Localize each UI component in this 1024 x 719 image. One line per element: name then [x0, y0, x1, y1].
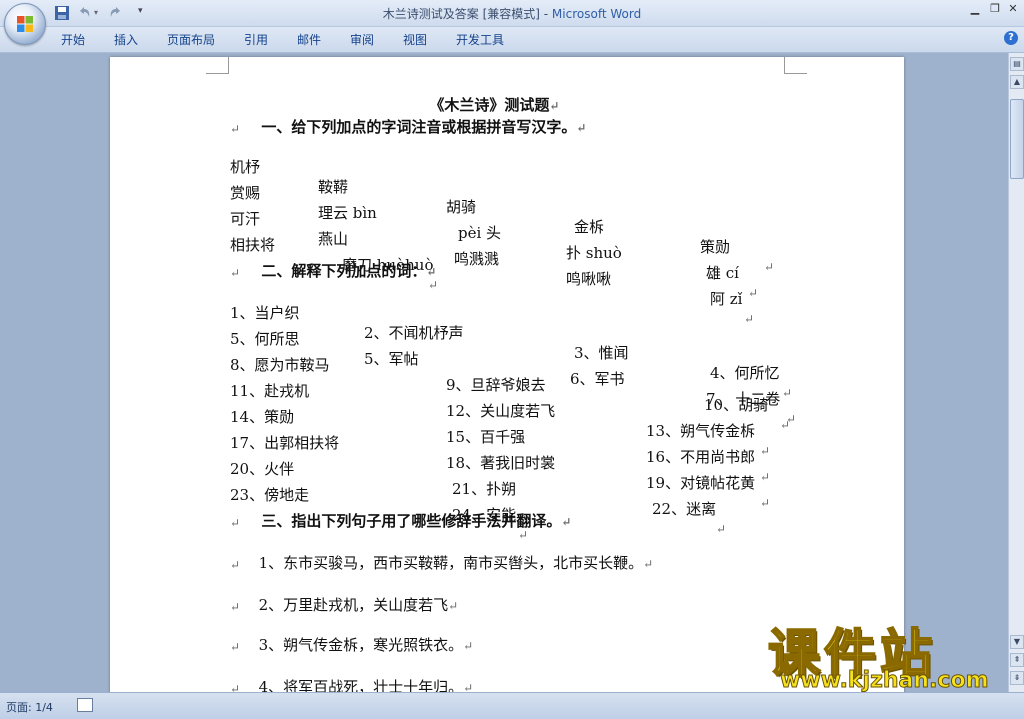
- s1-cell: 策勋: [700, 238, 731, 256]
- paragraph-mark: ↵: [561, 515, 572, 529]
- proofing-icon[interactable]: [77, 698, 93, 712]
- s2-row: 5、何所思 5、军帖 6、军书 7、 十二卷 ↵: [230, 309, 810, 426]
- s2-row: 17、出郭相扶将 18、著我旧时裳 19、对镜帖花黄 ↵: [230, 413, 810, 510]
- scroll-up-icon[interactable]: ▲: [1010, 75, 1024, 89]
- office-logo-icon: [17, 16, 33, 32]
- s3-item-text: 1、东市买骏马，西市买鞍鞯，南市买辔头，北市买长鞭。: [258, 554, 644, 572]
- tab-mailings[interactable]: 邮件: [297, 31, 321, 48]
- s2-row: 8、愿为市鞍马 9、旦辞爷娘去 10、胡骑 ↵: [230, 335, 810, 432]
- empty-paragraph: ↵: [230, 600, 241, 614]
- empty-paragraph: ↵: [230, 558, 241, 572]
- empty-paragraph: ↵: [230, 640, 241, 654]
- document-title: 木兰诗测试及答案 [兼容模式] -: [382, 7, 552, 21]
- s2-row: 20、火伴 21、扑朔 22、迷离 ↵: [230, 439, 810, 536]
- ruler-toggle-icon[interactable]: ▤: [1010, 57, 1024, 71]
- s2-row: 23、傍地走 24、安能 ↵: [230, 465, 810, 542]
- section-1-text: 一、给下列加点的字词注音或根据拼音写汉字。: [261, 118, 577, 136]
- vertical-scrollbar[interactable]: ▤ ▲ ▼ ⇞ ⇟: [1008, 53, 1024, 692]
- s1-row: 赏赐 理云 bìn pèi 头 扑 shuò 雄 cí ↵: [230, 163, 790, 300]
- paragraph-mark: ↵: [764, 260, 775, 274]
- crop-mark-right: [784, 57, 807, 74]
- s1-row: 可汗 燕山 鸣溅溅 鸣啾啾 阿 zǐ ↵: [230, 189, 790, 326]
- paragraph-mark: ↵: [463, 639, 474, 653]
- scroll-thumb[interactable]: [1010, 99, 1024, 179]
- tab-insert[interactable]: 插入: [114, 31, 138, 48]
- tab-references[interactable]: 引用: [244, 31, 268, 48]
- s2-cell: 22、迷离: [652, 500, 717, 518]
- title-bar: ▾ ▾ 木兰诗测试及答案 [兼容模式] - Microsoft Word ▁ ❐…: [0, 0, 1024, 27]
- empty-paragraph: ↵: [230, 122, 241, 136]
- empty-paragraph: ↵: [230, 516, 241, 530]
- page-count[interactable]: 页面: 1/4: [6, 699, 53, 715]
- paragraph-mark: ↵: [463, 681, 474, 692]
- paragraph-mark: ↵: [760, 496, 771, 510]
- paragraph-mark: ↵: [716, 522, 727, 536]
- minimize-icon[interactable]: ▁: [966, 2, 984, 16]
- s3-item-text: 3、朔气传金柝，寒光照铁衣。: [258, 636, 464, 654]
- section-2-text: 二、解释下列加点的词：: [261, 262, 427, 280]
- s1-row: 相扶将 磨刀 huòhuò ↵: [230, 215, 790, 292]
- s1-cell: 扑 shuò: [566, 244, 622, 262]
- crop-mark-left: [206, 57, 229, 74]
- document-page[interactable]: 《木兰诗》测试题↵ 一、给下列加点的字词注音或根据拼音写汉字。↵ ↵ 机杼 鞍鞯…: [110, 57, 904, 692]
- paragraph-mark: ↵: [426, 265, 437, 279]
- ribbon-tabs: 开始 插入 页面布局 引用 邮件 审阅 视图 开发工具 ?: [0, 27, 1024, 53]
- empty-paragraph: ↵: [230, 266, 241, 280]
- tab-developer[interactable]: 开发工具: [456, 31, 504, 48]
- s2-row: 1、当户织 2、不闻机杼声 3、惟闻 4、何所忆 ↵: [230, 283, 810, 400]
- tab-page-layout[interactable]: 页面布局: [167, 31, 215, 48]
- office-button[interactable]: [4, 3, 46, 45]
- scroll-down-icon[interactable]: ▼: [1010, 635, 1024, 649]
- restore-icon[interactable]: ❐: [986, 2, 1004, 16]
- empty-paragraph: ↵: [230, 682, 241, 692]
- app-name: Microsoft Word: [551, 7, 642, 21]
- paragraph-mark: ↵: [576, 121, 587, 135]
- document-workspace: 《木兰诗》测试题↵ 一、给下列加点的字词注音或根据拼音写汉字。↵ ↵ 机杼 鞍鞯…: [0, 53, 1008, 692]
- help-icon[interactable]: ?: [1004, 31, 1018, 45]
- paragraph-mark: ↵: [643, 557, 654, 571]
- window-title: 木兰诗测试及答案 [兼容模式] - Microsoft Word: [0, 5, 1024, 22]
- s1-cell: 雄 cí: [706, 264, 739, 282]
- s2-row: 11、赴戎机 12、关山度若飞 13、朔气传金柝 ↵: [230, 361, 810, 458]
- next-page-icon[interactable]: ⇟: [1010, 671, 1024, 685]
- previous-page-icon[interactable]: ⇞: [1010, 653, 1024, 667]
- s1-cell: 鸣溅溅: [454, 250, 500, 268]
- tab-home[interactable]: 开始: [61, 31, 85, 48]
- s1-row: 机杼 鞍鞯 胡骑 金柝 策勋 ↵: [230, 137, 790, 274]
- tab-view[interactable]: 视图: [403, 31, 427, 48]
- paragraph-mark: ↵: [448, 599, 459, 613]
- s3-item-text: 2、万里赴戎机，关山度若飞: [258, 596, 449, 614]
- s3-item: 4、将军百战死，壮士十年归。↵: [230, 657, 474, 692]
- s3-item-text: 4、将军百战死，壮士十年归。: [258, 678, 464, 692]
- close-icon[interactable]: ✕: [1004, 2, 1022, 16]
- s2-row: 14、策勋 15、百千强 16、不用尚书郎 ↵: [230, 387, 810, 484]
- status-bar: 页面: 1/4: [0, 692, 1024, 719]
- tab-review[interactable]: 审阅: [350, 31, 374, 48]
- section-3-text: 三、指出下列句子用了哪些修辞手法并翻译。: [261, 512, 562, 530]
- watermark-url: www.kjzhan.com: [780, 668, 990, 694]
